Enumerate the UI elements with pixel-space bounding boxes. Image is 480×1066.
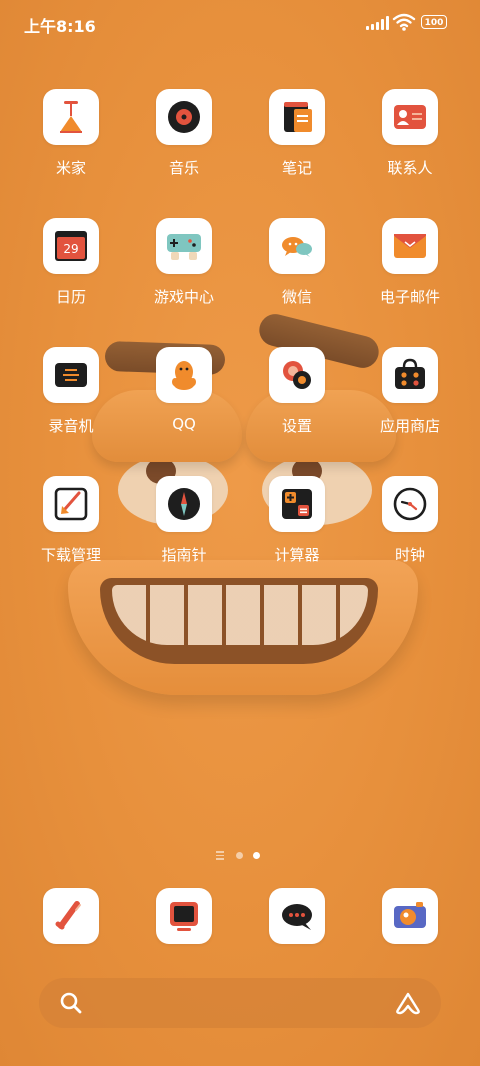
recorder-icon [55,363,87,387]
browser-icon [170,902,198,931]
app-compass[interactable]: 指南针 [129,476,239,565]
app-tile[interactable] [382,89,438,145]
app-tile[interactable] [43,476,99,532]
page-indicator-minus-one[interactable] [216,851,224,860]
calendar-icon: 29 [55,231,87,261]
app-tile[interactable] [156,347,212,403]
wifi-icon [392,13,416,31]
app-label: 下载管理 [40,546,101,564]
app-notes[interactable]: 笔记 [242,89,352,178]
assistant-icon[interactable] [394,991,422,1015]
status-bar: 上午8:16 100 [0,0,480,46]
app-label: 时钟 [394,546,425,564]
app-email[interactable]: 电子邮件 [355,218,465,307]
app-label: 计算器 [274,546,320,564]
app-tile[interactable] [382,476,438,532]
search-bar[interactable] [39,978,441,1028]
music-icon [168,101,200,133]
wechat-icon [282,237,312,257]
app-tile[interactable] [269,476,325,532]
battery-indicator: 100 [421,15,447,29]
calculator-icon [282,489,312,519]
app-label: 电子邮件 [379,288,440,306]
compass-icon [168,488,200,520]
app-tile[interactable]: 29 [43,218,99,274]
app-label: 微信 [281,288,312,306]
page-dot-active[interactable] [253,852,260,859]
cellular-signal-icon [366,16,390,30]
app-calendar[interactable]: 29 日历 [16,218,126,307]
app-label: 联系人 [387,159,433,177]
app-wechat[interactable]: 微信 [242,218,352,307]
gamepad-icon [167,234,201,260]
messages-icon [282,904,312,930]
app-calculator[interactable]: 计算器 [242,476,352,565]
app-label: 笔记 [281,159,312,177]
dock-app-browser[interactable] [156,888,212,944]
app-label: 日历 [55,288,86,306]
page-dot[interactable] [236,852,243,859]
app-store-bag-icon [395,358,425,389]
app-music[interactable]: 音乐 [129,89,239,178]
wallpaper-teeth [112,585,368,645]
app-qq[interactable]: QQ [129,347,239,433]
qq-penguin-icon [172,361,196,390]
app-tile[interactable] [156,476,212,532]
app-tile[interactable] [382,347,438,403]
notes-icon [284,102,312,132]
app-label: 指南针 [161,546,207,564]
app-tile[interactable] [156,218,212,274]
contacts-icon [394,105,426,129]
app-mi-home[interactable]: 米家 [16,89,126,178]
app-tile[interactable] [269,347,325,403]
app-game-center[interactable]: 游戏中心 [129,218,239,307]
app-tile[interactable] [156,89,212,145]
app-download-manager[interactable]: 下载管理 [16,476,126,565]
app-store[interactable]: 应用商店 [355,347,465,436]
download-manager-icon [54,487,88,521]
app-label: 音乐 [168,159,199,177]
app-tile[interactable] [269,218,325,274]
app-label: 游戏中心 [153,288,214,306]
app-recorder[interactable]: 录音机 [16,347,126,436]
app-tile[interactable] [269,89,325,145]
dock-app-phone[interactable] [43,888,99,944]
app-contacts[interactable]: 联系人 [355,89,465,178]
settings-icon [283,361,311,389]
camera-icon [394,902,426,928]
clock-icon [393,487,427,521]
app-settings[interactable]: 设置 [242,347,352,436]
app-label: QQ [172,415,196,433]
search-icon[interactable] [59,991,83,1015]
app-label: 应用商店 [379,417,440,435]
dock-app-camera[interactable] [382,888,438,944]
phone-icon [55,901,81,930]
email-icon [394,234,426,258]
dock-app-messages[interactable] [269,888,325,944]
app-tile[interactable] [382,218,438,274]
app-tile[interactable] [43,89,99,145]
app-clock[interactable]: 时钟 [355,476,465,565]
app-label: 米家 [55,159,86,177]
app-label: 设置 [281,417,312,435]
app-tile[interactable] [43,347,99,403]
status-time: 上午8:16 [24,17,96,36]
calendar-day: 29 [63,242,78,256]
mi-home-icon [60,101,82,133]
page-indicator[interactable] [216,851,266,861]
app-label: 录音机 [48,417,94,435]
